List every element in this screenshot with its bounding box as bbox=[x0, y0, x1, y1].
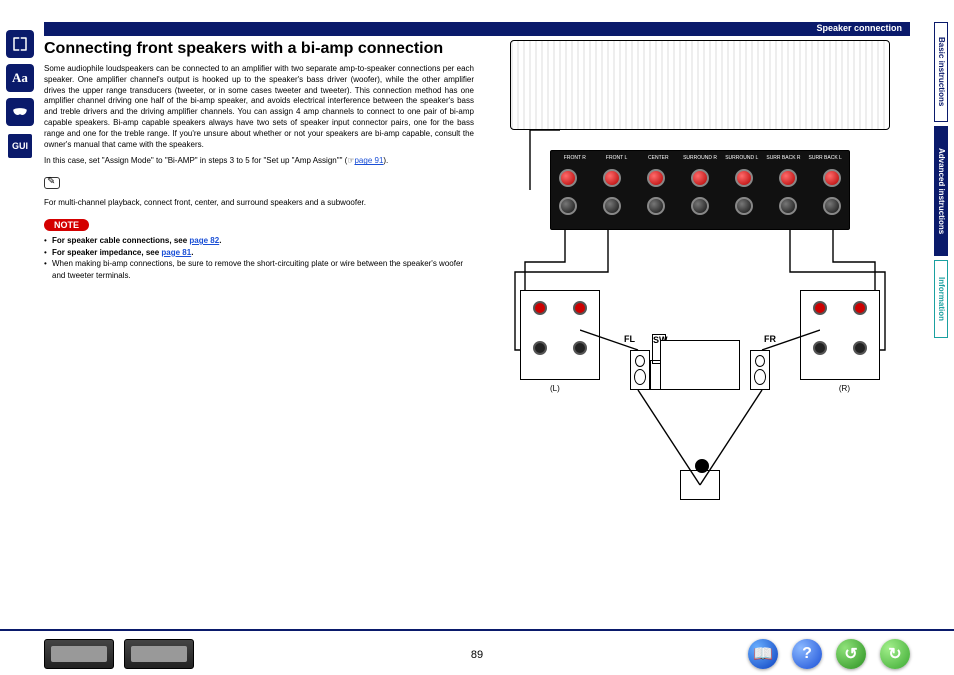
nav-book-icon[interactable] bbox=[6, 30, 34, 58]
link-page-91[interactable]: page 91 bbox=[354, 156, 383, 165]
note1-tail: . bbox=[219, 236, 221, 245]
note2-bold: For speaker impedance, see bbox=[52, 248, 161, 257]
tab-information[interactable]: Information bbox=[934, 260, 948, 338]
label-fl: FL bbox=[624, 334, 635, 344]
header-section-bar: Speaker connection bbox=[44, 22, 910, 36]
footer-device-icons bbox=[44, 639, 194, 669]
link-page-81[interactable]: page 81 bbox=[161, 248, 191, 257]
note-item-3: When making bi-amp connections, be sure … bbox=[44, 258, 474, 281]
tab-advanced-instructions[interactable]: Advanced instructions bbox=[934, 126, 948, 256]
label-fr: FR bbox=[764, 334, 776, 344]
next-page-button[interactable]: ↻ bbox=[880, 639, 910, 669]
note-item-2: For speaker impedance, see page 81. bbox=[44, 247, 474, 259]
front-left-speaker-icon bbox=[630, 350, 650, 390]
nav-aa-icon[interactable]: Aa bbox=[6, 64, 34, 92]
note1-bold: For speaker cable connections, see bbox=[52, 236, 189, 245]
left-nav: Aa GUI bbox=[6, 30, 36, 160]
speaker-label-r: (R) bbox=[839, 384, 850, 393]
notes-list: For speaker cable connections, see page … bbox=[44, 235, 474, 281]
listener-icon bbox=[680, 470, 720, 500]
front-right-speaker-icon bbox=[750, 350, 770, 390]
wiring-diagram: FRONT R FRONT L CENTER SURROUND R SURROU… bbox=[490, 40, 910, 580]
page: Aa GUI Speaker connection Connecting fro… bbox=[0, 0, 954, 675]
page-number: 89 bbox=[471, 649, 483, 661]
body-paragraph-2: In this case, set "Assign Mode" to "Bi-A… bbox=[44, 156, 474, 167]
right-tabs: Basic instructions Advanced instructions… bbox=[934, 22, 948, 338]
speaker-label-l: (L) bbox=[550, 384, 560, 393]
link-page-82[interactable]: page 82 bbox=[189, 236, 219, 245]
body-paragraph-1: Some audiophile loudspeakers can be conn… bbox=[44, 64, 474, 150]
para2-pre: In this case, set "Assign Mode" to "Bi-A… bbox=[44, 156, 347, 165]
main-content: Connecting front speakers with a bi-amp … bbox=[44, 40, 474, 281]
device-rear-icon[interactable] bbox=[124, 639, 194, 669]
body-paragraph-3: For multi-channel playback, connect fron… bbox=[44, 198, 474, 209]
note-item-1: For speaker cable connections, see page … bbox=[44, 235, 474, 247]
help-button[interactable]: ? bbox=[792, 639, 822, 669]
nav-gui-icon[interactable]: GUI bbox=[6, 132, 34, 160]
footer-nav-buttons: 📖 ? ↺ ↻ bbox=[748, 639, 910, 669]
note-badge: NOTE bbox=[44, 219, 89, 231]
contents-button[interactable]: 📖 bbox=[748, 639, 778, 669]
nav-mask-icon[interactable] bbox=[6, 98, 34, 126]
device-front-icon[interactable] bbox=[44, 639, 114, 669]
note2-tail: . bbox=[191, 248, 193, 257]
prev-page-button[interactable]: ↺ bbox=[836, 639, 866, 669]
page-title: Connecting front speakers with a bi-amp … bbox=[44, 40, 474, 58]
room-layout: FL SW FR bbox=[580, 290, 820, 550]
tv-icon bbox=[660, 340, 740, 390]
pen-icon bbox=[44, 177, 60, 189]
para2-post: ). bbox=[383, 156, 388, 165]
tab-basic-instructions[interactable]: Basic instructions bbox=[934, 22, 948, 122]
footer: 89 📖 ? ↺ ↻ bbox=[0, 629, 954, 675]
